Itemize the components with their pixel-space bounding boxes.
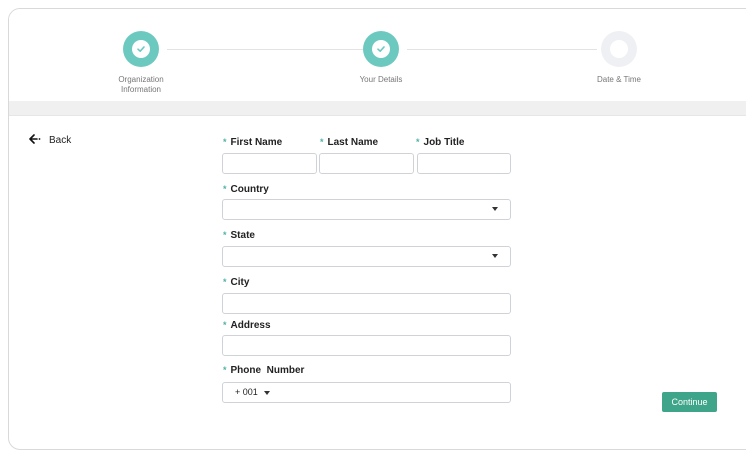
state-select[interactable] (222, 246, 511, 267)
required-mark: * (223, 230, 227, 240)
progress-stepper: Organization Information Your Details Da… (9, 9, 746, 109)
step-2-indicator[interactable] (363, 31, 399, 67)
caret-down-icon (492, 207, 498, 211)
phone-input[interactable]: + 001 (222, 382, 511, 403)
required-mark: * (320, 137, 324, 147)
city-label: * City (223, 277, 250, 288)
arrow-left-icon (29, 131, 43, 149)
back-link[interactable]: Back (29, 131, 71, 149)
step-3-indicator[interactable] (601, 31, 637, 67)
job-title-input[interactable] (417, 153, 511, 174)
first-name-input[interactable] (222, 153, 317, 174)
step-connector (167, 49, 367, 50)
last-name-input[interactable] (319, 153, 414, 174)
required-mark: * (223, 137, 227, 147)
country-label: * Country (223, 184, 269, 195)
step-2-label: Your Details (359, 75, 403, 84)
job-title-label: * Job Title (416, 137, 465, 148)
check-icon (132, 40, 150, 58)
state-label: * State (223, 230, 255, 241)
continue-button[interactable]: Continue (662, 392, 717, 412)
required-mark: * (223, 365, 227, 375)
country-code-select[interactable]: + 001 (235, 387, 258, 397)
last-name-label: * Last Name (320, 137, 379, 148)
required-mark: * (223, 320, 227, 330)
app-window: Organization Information Your Details Da… (8, 8, 746, 450)
step-1-label: Organization Information (118, 75, 164, 94)
caret-down-icon (492, 254, 498, 258)
country-select[interactable] (222, 199, 511, 220)
step-3-label: Date & Time (596, 75, 641, 84)
city-input[interactable] (222, 293, 511, 314)
required-mark: * (223, 277, 227, 287)
address-input[interactable] (222, 335, 511, 356)
first-name-label: * First Name (223, 137, 283, 148)
back-label: Back (49, 134, 72, 146)
check-icon (372, 40, 390, 58)
required-mark: * (223, 184, 227, 194)
empty-circle-icon (610, 40, 628, 58)
phone-label: * Phone Number (223, 365, 305, 376)
address-label: * Address (223, 320, 271, 331)
caret-down-icon (264, 391, 270, 395)
required-mark: * (416, 137, 420, 147)
header-divider (9, 101, 746, 116)
step-connector (407, 49, 597, 50)
step-1-indicator[interactable] (123, 31, 159, 67)
